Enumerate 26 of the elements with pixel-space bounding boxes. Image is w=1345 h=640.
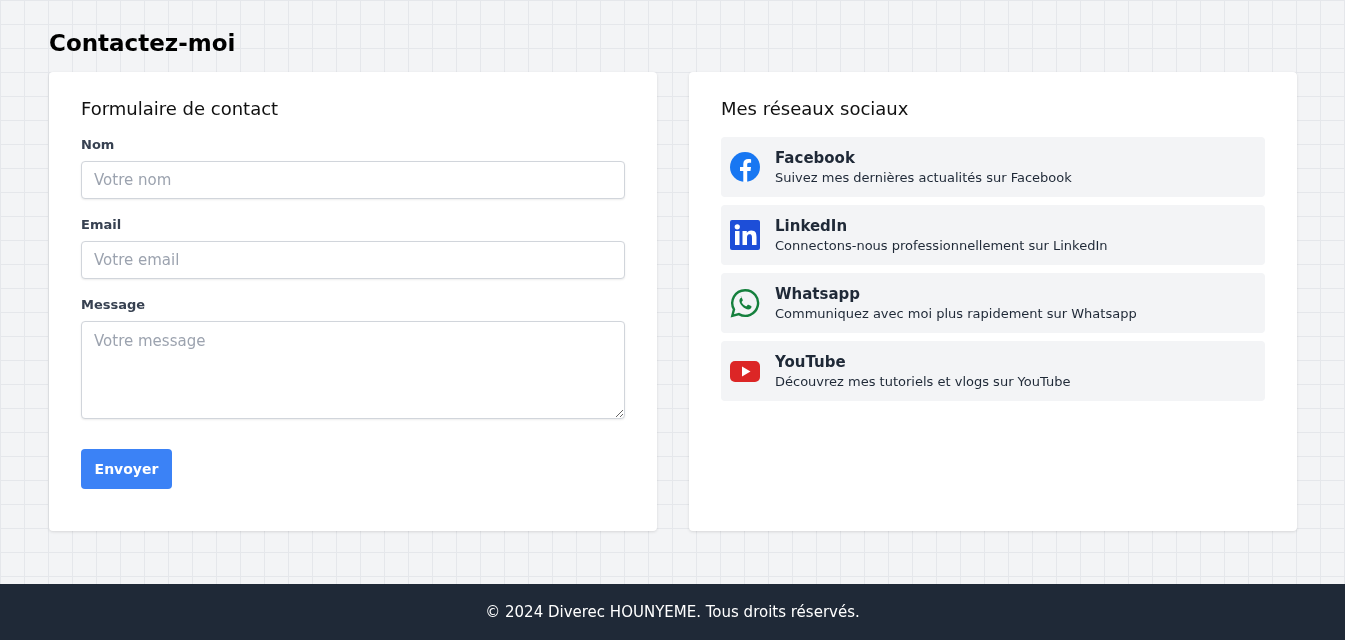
copyright-text: © 2024 Diverec HOUNYEME. Tous droits réservés.	[485, 603, 860, 621]
input-field[interactable]: Votre nom	[81, 161, 625, 199]
social-link[interactable]: YouTube Découvrez mes tutoriels et vlogs sur YouTube	[721, 341, 1265, 401]
whatsapp-icon	[729, 287, 761, 319]
field-label: Email	[81, 217, 123, 232]
social-description: Suivez mes dernières actualités sur Facebook	[775, 170, 1072, 185]
facebook-icon	[729, 151, 761, 183]
social-description: Découvrez mes tutoriels et vlogs sur YouTube	[775, 374, 1071, 389]
social-name: YouTube	[775, 353, 847, 371]
social-name: Whatsapp	[775, 285, 862, 303]
field-label: Message	[81, 297, 147, 312]
social-link[interactable]: LinkedIn Connectons-nous professionnellement sur LinkedIn	[721, 205, 1265, 265]
card-title: Formulaire de contact	[81, 98, 280, 119]
social-description: Communiquez avec moi plus rapidement sur Whatsapp	[775, 306, 1137, 321]
page-title: Contactez-moi	[49, 30, 237, 56]
social-link[interactable]: Whatsapp Communiquez avec moi plus rapidement sur Whatsapp	[721, 273, 1265, 333]
social-link[interactable]: Facebook Suivez mes dernières actualités sur Facebook	[721, 137, 1265, 197]
message-field[interactable]: Votre message	[81, 321, 625, 419]
linkedin-icon	[729, 219, 761, 251]
social-name: LinkedIn	[775, 217, 849, 235]
card-title: Mes réseaux sociaux	[721, 98, 910, 119]
input-field[interactable]: Votre email	[81, 241, 625, 279]
field-label: Nom	[81, 137, 116, 152]
social-name: Facebook	[775, 149, 856, 167]
social-description: Connectons-nous professionnellement sur LinkedIn	[775, 238, 1108, 253]
send-button[interactable]: Envoyer	[81, 449, 172, 489]
